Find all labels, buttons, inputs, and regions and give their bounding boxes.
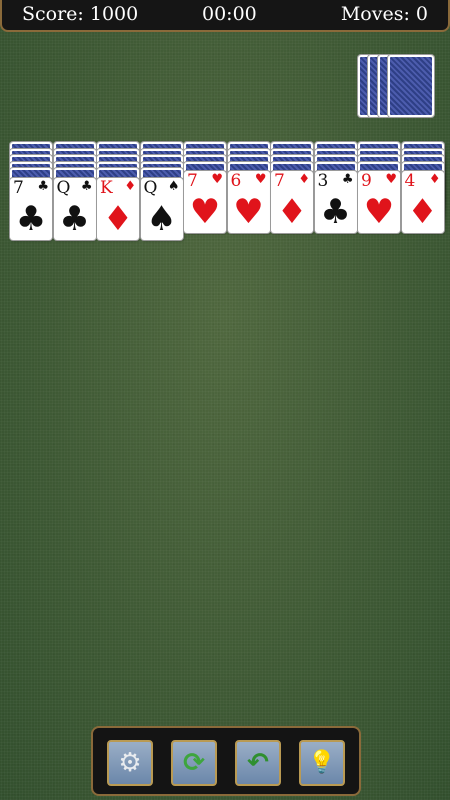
card-suit-icon: ♦	[102, 198, 134, 239]
card-suit-small-icon: ♥	[211, 172, 223, 187]
card-rank: 7	[13, 177, 24, 198]
gear-icon: ⚙	[118, 748, 142, 778]
card-suit-icon: ♠	[146, 198, 177, 239]
score-display: Score: 1000	[22, 3, 138, 25]
moves-display: Moves: 0	[341, 3, 428, 25]
undo-arrow-icon: ↶	[247, 748, 269, 778]
card-suit-icon: ♥	[363, 192, 395, 232]
card-suit-small-icon: ♦	[124, 178, 136, 194]
face-up-card[interactable]: K ♦ ♦	[97, 177, 139, 240]
face-up-card[interactable]: 7 ♦ ♦	[271, 171, 313, 233]
status-bar: Score: 1000 00:00 Moves: 0	[0, 0, 450, 32]
settings-button[interactable]: ⚙	[107, 740, 153, 786]
moves-value: 0	[415, 3, 428, 25]
card-suit-icon: ♣	[320, 192, 351, 232]
face-up-card[interactable]: Q ♠ ♠	[140, 177, 183, 240]
stock-card-back[interactable]	[388, 55, 434, 117]
bottom-toolbar: ⚙ ⟳ ↶ 💡	[91, 726, 361, 796]
hint-button[interactable]: 💡	[299, 740, 345, 786]
restart-button[interactable]: ⟳	[171, 740, 217, 786]
card-rank: 6	[230, 171, 242, 191]
face-up-card[interactable]: 4 ♦ ♦	[401, 171, 444, 233]
card-suit-icon: ♦	[407, 192, 438, 232]
card-rank: Q	[143, 177, 158, 198]
card-suit-small-icon: ♣	[341, 172, 354, 187]
card-rank: 4	[404, 171, 416, 191]
card-suit-small-icon: ♥	[254, 172, 267, 187]
card-rank: 3	[317, 171, 329, 191]
refresh-icon: ⟳	[183, 748, 205, 778]
face-up-card[interactable]: 3 ♣ ♣	[314, 171, 357, 233]
card-suit-icon: ♥	[233, 192, 264, 232]
card-suit-icon: ♥	[189, 192, 221, 232]
card-suit-small-icon: ♣	[37, 178, 49, 194]
face-up-card[interactable]: Q ♣ ♣	[53, 177, 96, 240]
card-suit-small-icon: ♦	[298, 172, 310, 187]
face-up-card[interactable]: 7 ♣ ♣	[10, 177, 52, 240]
face-up-card[interactable]: 9 ♥ ♥	[358, 171, 400, 233]
card-rank: 7	[187, 171, 198, 191]
card-rank: 9	[361, 171, 372, 191]
card-suit-small-icon: ♦	[428, 172, 441, 187]
score-value: 1000	[89, 3, 139, 25]
timer: 00:00	[202, 3, 257, 25]
card-suit-icon: ♦	[276, 192, 308, 232]
card-suit-icon: ♣	[15, 198, 47, 239]
card-rank: K	[100, 177, 113, 198]
card-suit-small-icon: ♠	[167, 178, 180, 194]
card-suit-icon: ♣	[59, 198, 90, 239]
moves-label: Moves:	[340, 3, 410, 25]
card-rank: Q	[56, 177, 71, 198]
face-up-card[interactable]: 7 ♥ ♥	[184, 171, 226, 233]
score-label: Score:	[22, 3, 84, 25]
card-rank: 7	[274, 171, 285, 191]
card-suit-small-icon: ♣	[80, 178, 93, 194]
undo-button[interactable]: ↶	[235, 740, 281, 786]
face-up-card[interactable]: 6 ♥ ♥	[227, 171, 270, 233]
lightbulb-icon: 💡	[308, 750, 336, 775]
card-suit-small-icon: ♥	[385, 172, 397, 187]
